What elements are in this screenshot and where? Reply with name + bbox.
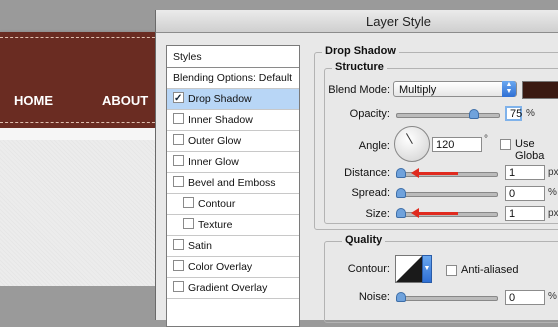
angle-dial-needle (406, 133, 413, 144)
quality-title: Quality (342, 234, 386, 246)
distance-unit: px (548, 167, 558, 178)
drop-shadow-title: Drop Shadow (322, 45, 399, 57)
contour-dropdown-arrow-icon[interactable]: ▼ (422, 255, 432, 283)
dialog-titlebar[interactable]: Layer Style (156, 10, 558, 33)
styles-item-label: Drop Shadow (188, 93, 252, 105)
texture-checkbox[interactable] (183, 218, 194, 229)
distance-label: Distance: (344, 167, 390, 179)
opacity-label: Opacity: (349, 108, 390, 120)
contour-checkbox[interactable] (183, 197, 194, 208)
gradient-overlay-checkbox[interactable] (173, 281, 184, 292)
background-strip (0, 128, 160, 140)
noise-input[interactable]: 0 (505, 290, 545, 305)
shadow-color-swatch[interactable] (522, 81, 558, 99)
styles-item-label: Outer Glow (188, 135, 242, 147)
styles-item-label: Texture (198, 219, 233, 231)
nav-stitch-top (0, 37, 160, 38)
noise-label: Noise: (358, 291, 390, 303)
blend-mode-select[interactable]: Multiply ▲ ▼ (393, 81, 517, 97)
opacity-slider-thumb[interactable] (469, 109, 479, 119)
styles-item-inner-shadow[interactable]: Inner Shadow (167, 110, 299, 131)
inner-glow-checkbox[interactable] (173, 155, 184, 166)
spread-input[interactable]: 0 (505, 186, 545, 201)
styles-item-label: Contour (198, 198, 236, 210)
contour-curve-icon (396, 256, 422, 282)
layer-style-dialog: Layer Style Styles Blending Options: Def… (155, 10, 558, 327)
noise-unit: % (548, 291, 557, 302)
styles-item-satin[interactable]: Satin (167, 236, 299, 257)
angle-dial[interactable] (394, 126, 430, 162)
quality-group (324, 241, 558, 323)
outer-glow-checkbox[interactable] (173, 134, 184, 145)
spread-unit: % (548, 187, 557, 198)
styles-item-blending-options[interactable]: Blending Options: Default (167, 68, 299, 89)
spread-slider[interactable] (396, 188, 498, 198)
noise-slider[interactable] (396, 292, 498, 302)
styles-item-color-overlay[interactable]: Color Overlay (167, 257, 299, 278)
background-nav-bar: HOME ABOUT (0, 32, 160, 128)
styles-list-header[interactable]: Styles (167, 46, 299, 68)
nav-link-home: HOME (14, 93, 53, 108)
styles-item-label: Color Overlay (188, 261, 253, 273)
styles-item-outer-glow[interactable]: Outer Glow (167, 131, 299, 152)
styles-item-texture[interactable]: Texture (167, 215, 299, 236)
color-overlay-checkbox[interactable] (173, 260, 184, 271)
noise-slider-thumb[interactable] (396, 292, 406, 302)
styles-item-bevel-emboss[interactable]: Bevel and Emboss (167, 173, 299, 194)
styles-item-label: Inner Glow (188, 156, 239, 168)
contour-label: Contour: (347, 263, 390, 275)
use-global-light-label: Use Globa (515, 138, 545, 162)
angle-input[interactable]: 120 (432, 137, 482, 152)
nav-stitch-bottom (0, 122, 160, 123)
styles-item-label: Satin (188, 240, 212, 252)
blend-mode-label: Blend Mode: (328, 84, 390, 96)
red-arrow-size-icon (411, 208, 458, 218)
styles-list: Styles Blending Options: Default Drop Sh… (166, 45, 300, 327)
opacity-unit: % (526, 108, 535, 119)
contour-preview[interactable] (395, 255, 423, 283)
size-slider-thumb[interactable] (396, 208, 406, 218)
spread-label: Spread: (351, 187, 390, 199)
styles-item-label: Blending Options: Default (173, 72, 293, 84)
blend-mode-value: Multiply (399, 84, 437, 96)
size-unit: px (548, 208, 558, 219)
styles-item-gradient-overlay[interactable]: Gradient Overlay (167, 278, 299, 299)
inner-shadow-checkbox[interactable] (173, 113, 184, 124)
nav-link-about: ABOUT (102, 93, 149, 108)
anti-aliased-label: Anti-aliased (461, 264, 519, 276)
anti-aliased-checkbox[interactable] (446, 265, 457, 276)
angle-unit: ° (484, 134, 488, 145)
spread-slider-thumb[interactable] (396, 188, 406, 198)
styles-item-inner-glow[interactable]: Inner Glow (167, 152, 299, 173)
dialog-title: Layer Style (365, 14, 432, 29)
angle-label: Angle: (358, 140, 390, 152)
red-arrow-distance-icon (411, 168, 458, 178)
styles-item-label: Inner Shadow (188, 114, 253, 126)
styles-item-label: Bevel and Emboss (188, 177, 276, 189)
styles-item-contour[interactable]: Contour (167, 194, 299, 215)
distance-input[interactable]: 1 (505, 165, 545, 180)
styles-item-drop-shadow[interactable]: Drop Shadow (167, 89, 299, 110)
styles-item-label: Gradient Overlay (188, 282, 268, 294)
select-arrows-icon: ▲ ▼ (502, 81, 516, 97)
size-label: Size: (365, 208, 390, 220)
use-global-light-checkbox[interactable] (500, 139, 511, 150)
distance-slider-thumb[interactable] (396, 168, 406, 178)
opacity-slider[interactable] (396, 109, 500, 119)
drop-shadow-checkbox[interactable] (173, 89, 184, 109)
satin-checkbox[interactable] (173, 239, 184, 250)
opacity-input[interactable]: 75 (505, 106, 522, 121)
size-input[interactable]: 1 (505, 206, 545, 221)
structure-title: Structure (332, 61, 387, 73)
bevel-emboss-checkbox[interactable] (173, 176, 184, 187)
